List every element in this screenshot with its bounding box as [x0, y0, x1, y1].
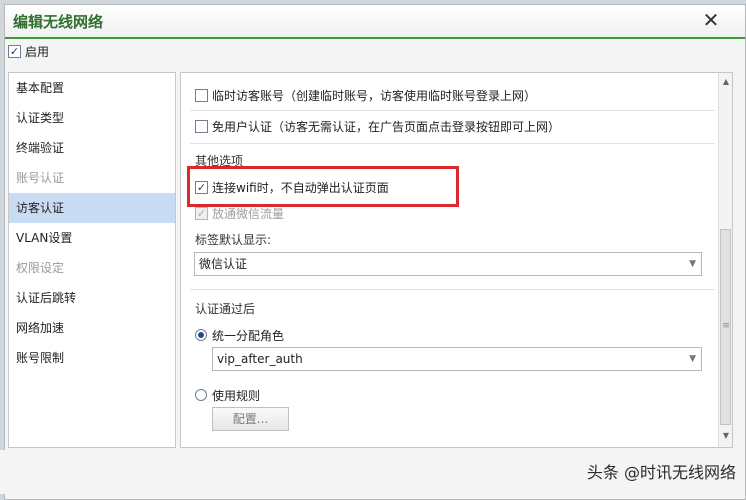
divider — [190, 289, 715, 290]
no-popup-checkbox[interactable]: ✓ — [195, 180, 208, 194]
no-auth-checkbox[interactable] — [195, 119, 208, 133]
scrollbar-thumb[interactable]: ≡ — [720, 229, 731, 425]
wechat-flow-label: 放通微信流量 — [212, 206, 285, 221]
settings-sidebar: 基本配置 认证类型 终端验证 账号认证 访客认证 VLAN设置 权限设定 认证后… — [8, 72, 176, 448]
chevron-down-icon: ▼ — [689, 354, 696, 364]
sidebar-item-permission-settings[interactable]: 权限设定 — [9, 253, 175, 283]
sidebar-item-account-auth[interactable]: 账号认证 — [9, 163, 175, 193]
config-button[interactable]: 配置... — [212, 407, 289, 431]
assign-role-row[interactable]: 统一分配角色 — [195, 326, 284, 344]
chevron-down-icon: ▼ — [689, 259, 696, 269]
content-scrollbar[interactable]: ▲ ≡ ▼ — [718, 73, 732, 447]
sidebar-item-guest-auth[interactable]: 访客认证 — [9, 193, 175, 223]
temp-account-checkbox[interactable] — [195, 88, 208, 102]
temp-account-label: 临时访客账号（创建临时账号，访客使用临时账号登录上网） — [212, 88, 537, 103]
sidebar-item-post-auth-redirect[interactable]: 认证后跳转 — [9, 283, 175, 313]
sidebar-item-vlan-settings[interactable]: VLAN设置 — [9, 223, 175, 253]
assign-role-label: 统一分配角色 — [212, 328, 285, 343]
sidebar-item-basic-config[interactable]: 基本配置 — [9, 73, 175, 103]
use-rules-label: 使用规则 — [212, 388, 261, 403]
tag-default-select[interactable]: 微信认证 ▼ — [194, 252, 702, 276]
watermark-text: 头条 @时讯无线网络 — [586, 463, 736, 482]
enable-label: 启用 — [25, 44, 50, 59]
grip-icon: ≡ — [722, 321, 730, 331]
no-auth-label: 免用户认证（访客无需认证，在广告页面点击登录按钮即可上网） — [212, 119, 561, 134]
divider — [190, 110, 715, 111]
sidebar-item-terminal-verify[interactable]: 终端验证 — [9, 133, 175, 163]
assign-role-radio[interactable] — [195, 329, 207, 341]
tag-default-value: 微信认证 — [199, 257, 248, 271]
use-rules-row[interactable]: 使用规则 — [195, 386, 260, 404]
no-popup-label: 连接wifi时，不自动弹出认证页面 — [212, 180, 389, 195]
sidebar-item-auth-type[interactable]: 认证类型 — [9, 103, 175, 133]
role-select[interactable]: vip_after_auth ▼ — [212, 347, 702, 371]
sidebar-item-network-acceleration[interactable]: 网络加速 — [9, 313, 175, 343]
dialog-titlebar: 编辑无线网络 ✕ — [5, 5, 745, 39]
role-select-value: vip_after_auth — [217, 352, 303, 366]
enable-checkbox[interactable]: ✓ — [8, 44, 21, 58]
no-auth-row[interactable]: 免用户认证（访客无需认证，在广告页面点击登录按钮即可上网） — [195, 117, 560, 135]
wechat-flow-checkbox: ✓ — [195, 206, 208, 220]
sidebar-item-account-limit[interactable]: 账号限制 — [9, 343, 175, 373]
dialog-title: 编辑无线网络 — [13, 13, 104, 31]
close-icon[interactable]: ✕ — [701, 10, 721, 30]
tag-default-label: 标签默认显示: — [195, 233, 272, 247]
scroll-up-arrow-icon[interactable]: ▲ — [719, 75, 733, 89]
divider — [190, 143, 715, 144]
other-options-title: 其他选项 — [195, 154, 244, 168]
no-popup-row[interactable]: ✓ 连接wifi时，不自动弹出认证页面 — [195, 178, 389, 196]
temp-account-row[interactable]: 临时访客账号（创建临时账号，访客使用临时账号登录上网） — [195, 86, 536, 104]
wechat-flow-row: ✓ 放通微信流量 — [195, 204, 284, 222]
scroll-down-arrow-icon[interactable]: ▼ — [719, 429, 733, 443]
enable-checkbox-row[interactable]: ✓ 启用 — [8, 42, 49, 60]
after-auth-title: 认证通过后 — [195, 302, 256, 316]
use-rules-radio[interactable] — [195, 389, 207, 401]
